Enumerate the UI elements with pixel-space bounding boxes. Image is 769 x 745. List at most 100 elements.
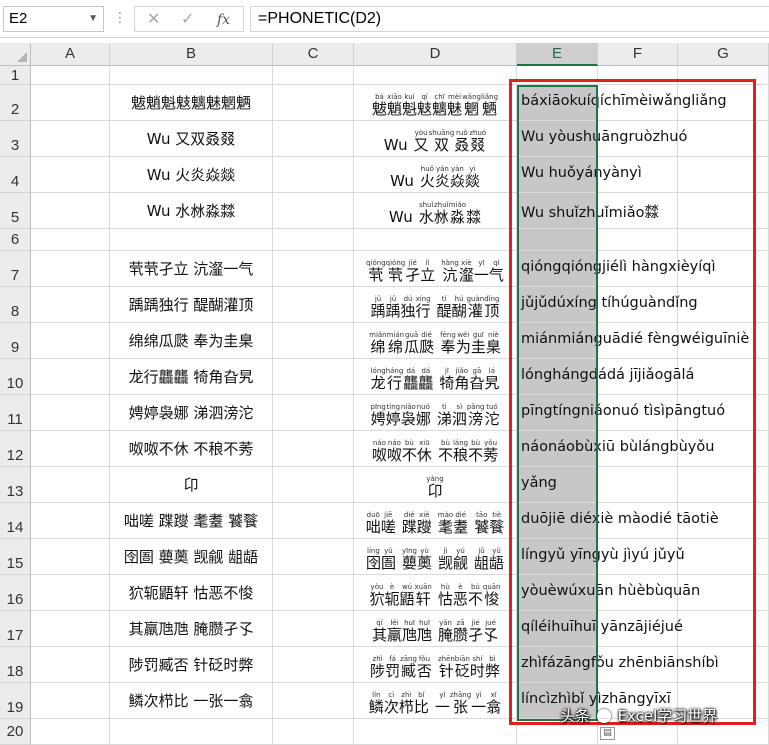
row-header-16[interactable]: 16	[0, 575, 31, 611]
cell-c16[interactable]	[273, 575, 354, 611]
cell-d10[interactable]: lóng 龙 háng 行 dá 龘 dá 龘 jī 犄 jiǎo 角 gā 旮 lá 旯	[354, 359, 517, 395]
cell-b9[interactable]: 绵绵瓜瓞 奉为圭臬	[110, 323, 273, 359]
cell-c17[interactable]	[273, 611, 354, 647]
cell-g5[interactable]	[678, 193, 769, 229]
cell-a3[interactable]	[31, 121, 110, 157]
cell-e6[interactable]	[517, 229, 598, 251]
cell-b4[interactable]: Wu 火炎焱燚	[110, 157, 273, 193]
row-header-9[interactable]: 9	[0, 323, 31, 359]
cell-a14[interactable]	[31, 503, 110, 539]
cell-a20[interactable]	[31, 719, 110, 745]
row-header-17[interactable]: 17	[0, 611, 31, 647]
cell-a12[interactable]	[31, 431, 110, 467]
cell-b8[interactable]: 踽踽独行 醍醐灌顶	[110, 287, 273, 323]
cell-b6[interactable]: 𡍧	[110, 229, 273, 251]
cell-b14[interactable]: 咄嗟 蹀躞 耄耋 饕餮	[110, 503, 273, 539]
cell-a2[interactable]	[31, 85, 110, 121]
cell-g17[interactable]	[678, 611, 769, 647]
row-header-6[interactable]: 6	[0, 229, 31, 251]
cell-a6[interactable]	[31, 229, 110, 251]
drag-handle-icon[interactable]: ⋮	[113, 8, 126, 28]
quick-analysis-icon[interactable]: ▤	[600, 727, 615, 740]
cell-d20[interactable]	[354, 719, 517, 745]
cell-b17[interactable]: 其羸虺虺 腌臜孑孓	[110, 611, 273, 647]
select-all-corner[interactable]	[0, 43, 31, 66]
cell-c20[interactable]	[273, 719, 354, 745]
row-header-18[interactable]: 18	[0, 647, 31, 683]
column-header-c[interactable]: C	[273, 43, 354, 66]
cell-a11[interactable]	[31, 395, 110, 431]
cell-d15[interactable]: líng 囹 yǔ 圄 yīng 蘡 yù 薁 jì 觊 yú 觎 jǔ 龃 yǔ 龉	[354, 539, 517, 575]
row-header-15[interactable]: 15	[0, 539, 31, 575]
cell-f13[interactable]	[598, 467, 678, 503]
cell-b18[interactable]: 陟罚臧否 针砭时弊	[110, 647, 273, 683]
name-box[interactable]: E2 ▼	[3, 6, 104, 32]
cell-g1[interactable]	[678, 66, 769, 85]
cell-e1[interactable]	[517, 66, 598, 85]
cell-d5[interactable]: Wu shuǐ 水 zhuǐ 沝 miǎo 淼㵘	[354, 193, 517, 229]
cell-a8[interactable]	[31, 287, 110, 323]
cell-g6[interactable]	[678, 229, 769, 251]
column-header-a[interactable]: A	[31, 43, 110, 66]
cell-c2[interactable]	[273, 85, 354, 121]
cancel-icon[interactable]: ✕	[147, 9, 160, 29]
cell-b1[interactable]	[110, 66, 273, 85]
cell-d7[interactable]: qióng 茕 qióng 茕 jié 孑 lì 立 hàng 沆 xiè 瀣 yī 一 qì 气	[354, 251, 517, 287]
row-header-1[interactable]: 1	[0, 66, 31, 85]
row-header-4[interactable]: 4	[0, 157, 31, 193]
cell-c7[interactable]	[273, 251, 354, 287]
cell-c5[interactable]	[273, 193, 354, 229]
row-header-10[interactable]: 10	[0, 359, 31, 395]
cell-b12[interactable]: 呶呶不休 不稂不莠	[110, 431, 273, 467]
cell-b16[interactable]: 狖轭鼯轩 怙恶不悛	[110, 575, 273, 611]
cell-a13[interactable]	[31, 467, 110, 503]
cell-b5[interactable]: Wu 水沝淼㵘	[110, 193, 273, 229]
cell-d11[interactable]: pīng 娉 tíng 婷 niǎo 袅 nuó 娜 tì 涕 sì 泗 pāng 滂 tuó 沱	[354, 395, 517, 431]
cell-a7[interactable]	[31, 251, 110, 287]
cell-a17[interactable]	[31, 611, 110, 647]
row-header-8[interactable]: 8	[0, 287, 31, 323]
row-header-11[interactable]: 11	[0, 395, 31, 431]
cell-d4[interactable]: Wu huǒ 火 yán 炎 yàn 焱 yì 燚	[354, 157, 517, 193]
cell-b19[interactable]: 鳞次栉比 一张一翕	[110, 683, 273, 719]
column-header-e[interactable]: E	[517, 43, 598, 66]
row-header-20[interactable]: 20	[0, 719, 31, 745]
cell-d6[interactable]: 𡍧	[354, 229, 517, 251]
row-header-19[interactable]: 19	[0, 683, 31, 719]
cell-d3[interactable]: Wu yòu 又 shuāng 双 ruò 叒 zhuó 叕	[354, 121, 517, 157]
cell-g13[interactable]	[678, 467, 769, 503]
cell-f6[interactable]	[598, 229, 678, 251]
row-header-3[interactable]: 3	[0, 121, 31, 157]
cell-c14[interactable]	[273, 503, 354, 539]
cell-g3[interactable]	[678, 121, 769, 157]
cell-a9[interactable]	[31, 323, 110, 359]
cell-c10[interactable]	[273, 359, 354, 395]
cell-f1[interactable]	[598, 66, 678, 85]
cell-c3[interactable]	[273, 121, 354, 157]
cell-b15[interactable]: 囹圄 蘡薁 觊觎 龃龉	[110, 539, 273, 575]
insert-function-icon[interactable]: fx	[217, 10, 230, 30]
cell-b20[interactable]	[110, 719, 273, 745]
column-header-d[interactable]: D	[354, 43, 517, 66]
column-header-g[interactable]: G	[678, 43, 769, 66]
cell-a10[interactable]	[31, 359, 110, 395]
row-header-2[interactable]: 2	[0, 85, 31, 121]
row-header-13[interactable]: 13	[0, 467, 31, 503]
cell-d14[interactable]: duō 咄 jiē 嗟 dié 蹀 xiè 躞 mào 耄 dié 耋 tāo 饕 tiè 餮	[354, 503, 517, 539]
column-header-f[interactable]: F	[598, 43, 678, 66]
cell-a5[interactable]	[31, 193, 110, 229]
cell-d16[interactable]: yòu 狖 è 轭 wú 鼯 xuān 轩 hù 怙 è 恶 bù 不 quān 悛	[354, 575, 517, 611]
cell-b2[interactable]: 魃魈魁鬾魑魅魍魉	[110, 85, 273, 121]
cell-d2[interactable]: bá 魃 xiāo 魈 kuí 魁 qí 鬾 chī 魑 mèi 魅 wǎng 魍 liǎng 魉	[354, 85, 517, 121]
cell-c13[interactable]	[273, 467, 354, 503]
cell-d12[interactable]: náo 呶 náo 呶 bù 不 xiū 休 bù 不 láng 稂 bù 不 yǒu 莠	[354, 431, 517, 467]
cell-b13[interactable]: 卬	[110, 467, 273, 503]
cell-c4[interactable]	[273, 157, 354, 193]
row-header-5[interactable]: 5	[0, 193, 31, 229]
cell-c8[interactable]	[273, 287, 354, 323]
column-header-b[interactable]: B	[110, 43, 273, 66]
cell-a15[interactable]	[31, 539, 110, 575]
cell-d1[interactable]	[354, 66, 517, 85]
cell-c19[interactable]	[273, 683, 354, 719]
cell-b7[interactable]: 茕茕孑立 沆瀣一气	[110, 251, 273, 287]
